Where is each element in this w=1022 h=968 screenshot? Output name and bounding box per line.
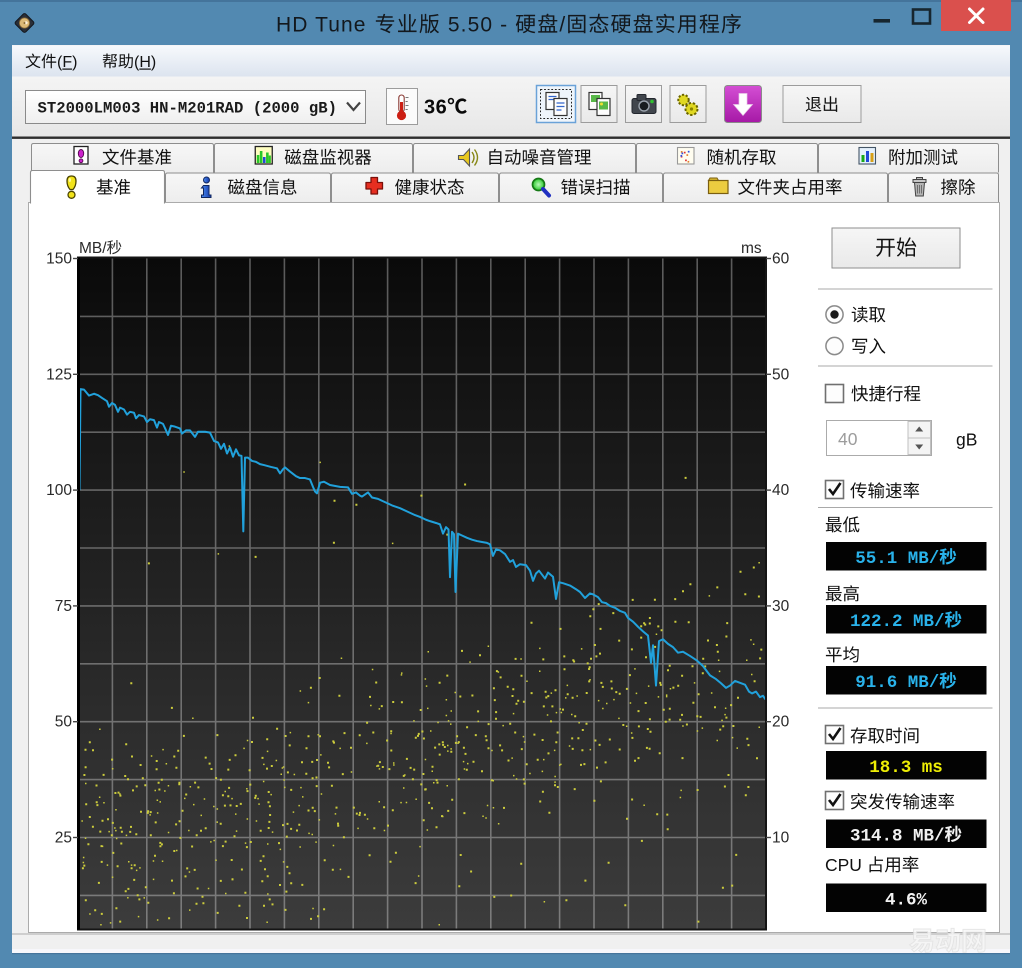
svg-text:150: 150 bbox=[46, 251, 72, 268]
svg-text:314.8 MB/: 314.8 MB/ bbox=[850, 827, 945, 847]
svg-text:40: 40 bbox=[772, 482, 790, 499]
svg-text:4.6%: 4.6% bbox=[885, 891, 928, 911]
svg-text:125: 125 bbox=[46, 366, 72, 383]
svg-text:20: 20 bbox=[772, 714, 790, 731]
svg-text:40: 40 bbox=[838, 429, 858, 449]
svg-text:30: 30 bbox=[772, 598, 790, 615]
svg-text:ST2000LM003 HN-M201RAD (2000 g: ST2000LM003 HN-M201RAD (2000 gB) bbox=[38, 100, 337, 118]
svg-text:50: 50 bbox=[55, 714, 73, 731]
svg-text:ms: ms bbox=[741, 240, 762, 257]
svg-text:25: 25 bbox=[55, 830, 72, 847]
svg-text:55.1 MB/: 55.1 MB/ bbox=[855, 549, 939, 569]
svg-text:18.3 ms: 18.3 ms bbox=[869, 758, 943, 778]
svg-text:36: 36 bbox=[424, 97, 447, 119]
svg-text:gB: gB bbox=[956, 430, 977, 450]
svg-text:10: 10 bbox=[772, 830, 790, 847]
svg-text:122.2 MB/: 122.2 MB/ bbox=[850, 612, 945, 632]
svg-text:75: 75 bbox=[55, 598, 72, 615]
svg-text:91.6 MB/: 91.6 MB/ bbox=[855, 673, 939, 693]
svg-text:(H): (H) bbox=[134, 54, 156, 71]
svg-text:5.50 -: 5.50 - bbox=[441, 14, 515, 37]
svg-text:/: / bbox=[559, 14, 566, 37]
svg-text:HD Tune: HD Tune bbox=[276, 14, 374, 37]
svg-text:50: 50 bbox=[772, 366, 790, 383]
svg-text:MB/: MB/ bbox=[79, 240, 107, 257]
svg-text:CPU: CPU bbox=[825, 855, 867, 875]
svg-text:(F): (F) bbox=[57, 54, 77, 71]
svg-text:60: 60 bbox=[772, 251, 790, 268]
svg-text:100: 100 bbox=[46, 482, 72, 499]
